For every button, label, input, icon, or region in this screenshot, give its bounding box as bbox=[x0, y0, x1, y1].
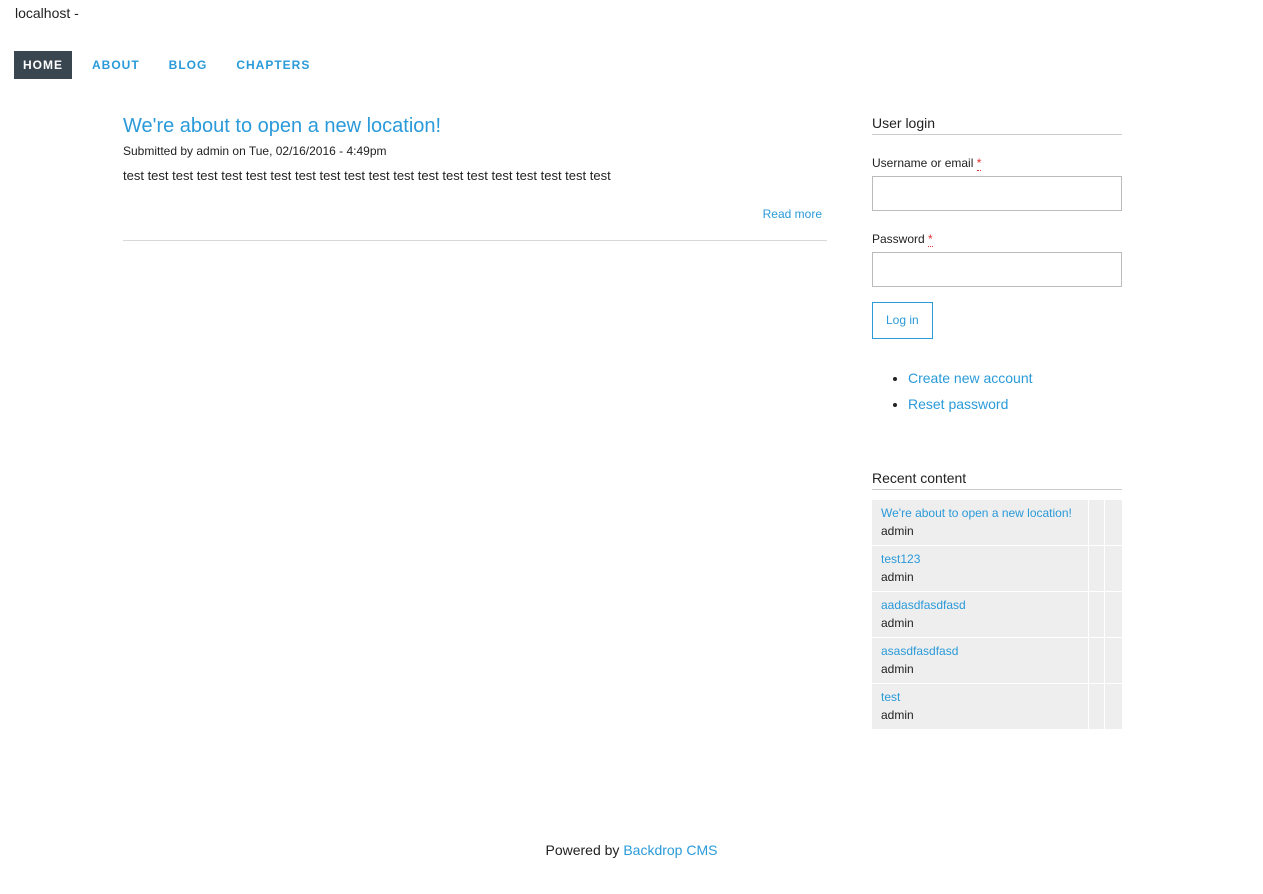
article-body: test test test test test test test test … bbox=[123, 168, 611, 183]
user-login-title: User login bbox=[872, 114, 1122, 135]
recent-item-author: admin bbox=[881, 708, 914, 722]
footer: Powered by Backdrop CMS bbox=[0, 842, 1263, 858]
table-cell bbox=[1104, 683, 1122, 730]
table-cell bbox=[1088, 683, 1105, 730]
username-label-text: Username or email bbox=[872, 156, 974, 170]
site-name[interactable]: localhost - bbox=[15, 5, 79, 21]
username-input[interactable] bbox=[872, 176, 1122, 211]
recent-item-author: admin bbox=[881, 616, 914, 630]
table-row: We're about to open a new location! admi… bbox=[872, 500, 1122, 546]
nav-item-home[interactable]: HOME bbox=[14, 51, 72, 79]
table-row: test admin bbox=[872, 683, 1122, 730]
recent-item-author: admin bbox=[881, 570, 914, 584]
password-input[interactable] bbox=[872, 252, 1122, 287]
main-menu: HOME ABOUT BLOG CHAPTERS bbox=[14, 51, 330, 79]
article-teaser: We're about to open a new location! Subm… bbox=[123, 114, 827, 241]
table-cell: We're about to open a new location! admi… bbox=[872, 500, 1089, 546]
login-button[interactable]: Log in bbox=[872, 302, 933, 339]
nav-item-about[interactable]: ABOUT bbox=[83, 51, 149, 79]
username-label: Username or email * bbox=[872, 156, 1122, 171]
sidebar: User login Username or email * Password … bbox=[872, 114, 1122, 730]
table-row: test123 admin bbox=[872, 545, 1122, 592]
recent-content-block: Recent content We're about to open a new… bbox=[872, 469, 1122, 730]
recent-content-title: Recent content bbox=[872, 469, 1122, 490]
table-cell bbox=[1104, 500, 1122, 546]
table-row: aadasdfasdfasd admin bbox=[872, 591, 1122, 638]
recent-item-link[interactable]: test bbox=[881, 688, 1079, 706]
table-cell: asasdfasdfasd admin bbox=[872, 637, 1089, 684]
main-content: We're about to open a new location! Subm… bbox=[123, 114, 827, 241]
article-divider bbox=[123, 240, 827, 241]
read-more-wrapper: Read more bbox=[123, 205, 827, 223]
recent-item-link[interactable]: test123 bbox=[881, 550, 1079, 568]
table-cell: test admin bbox=[872, 683, 1089, 730]
nav-item-blog[interactable]: BLOG bbox=[160, 51, 217, 79]
list-item: Reset password bbox=[908, 391, 1122, 417]
login-links: Create new account Reset password bbox=[872, 365, 1122, 417]
footer-prefix: Powered by bbox=[545, 842, 620, 858]
backdrop-cms-link[interactable]: Backdrop CMS bbox=[623, 842, 717, 858]
recent-item-link[interactable]: aadasdfasdfasd bbox=[881, 596, 1079, 614]
recent-item-author: admin bbox=[881, 662, 914, 676]
article-submitted: Submitted by admin on Tue, 02/16/2016 - … bbox=[123, 144, 387, 158]
password-label-text: Password bbox=[872, 232, 925, 246]
read-more-link[interactable]: Read more bbox=[763, 207, 822, 221]
recent-item-link[interactable]: asasdfasdfasd bbox=[881, 642, 1079, 660]
table-cell bbox=[1104, 637, 1122, 684]
password-label: Password * bbox=[872, 232, 1122, 247]
table-cell bbox=[1088, 591, 1105, 638]
table-cell bbox=[1088, 545, 1105, 592]
reset-password-link[interactable]: Reset password bbox=[908, 396, 1008, 412]
recent-content-table: We're about to open a new location! admi… bbox=[872, 500, 1122, 730]
article-title-link[interactable]: We're about to open a new location! bbox=[123, 114, 827, 138]
nav-item-chapters[interactable]: CHAPTERS bbox=[227, 51, 319, 79]
list-item: Create new account bbox=[908, 365, 1122, 391]
table-cell bbox=[1104, 591, 1122, 638]
table-cell bbox=[1088, 500, 1105, 546]
table-row: asasdfasdfasd admin bbox=[872, 637, 1122, 684]
table-cell bbox=[1104, 545, 1122, 592]
required-marker: * bbox=[928, 232, 933, 247]
table-cell bbox=[1088, 637, 1105, 684]
recent-item-link[interactable]: We're about to open a new location! bbox=[881, 504, 1079, 522]
table-cell: test123 admin bbox=[872, 545, 1089, 592]
recent-item-author: admin bbox=[881, 524, 914, 538]
required-marker: * bbox=[976, 156, 982, 171]
table-cell: aadasdfasdfasd admin bbox=[872, 591, 1089, 638]
user-login-block: User login Username or email * Password … bbox=[872, 114, 1122, 417]
login-actions: Log in bbox=[872, 287, 1122, 339]
create-account-link[interactable]: Create new account bbox=[908, 370, 1033, 386]
